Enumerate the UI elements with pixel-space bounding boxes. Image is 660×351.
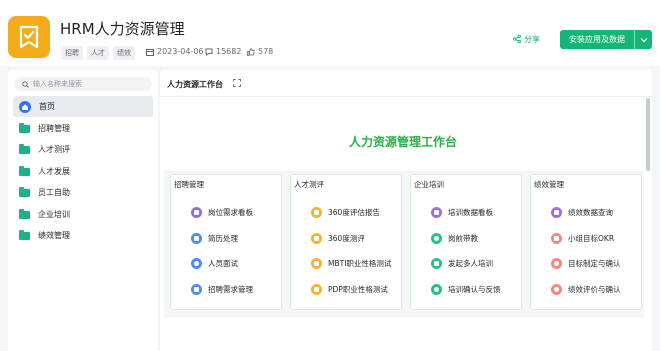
card-link[interactable]: PDP职业性格测试: [311, 282, 388, 296]
card-recruitment: 招聘管理 岗位需求看板 简历处理 人员面试 招聘需求管理: [170, 174, 282, 310]
app-header: HRM人力资源管理 招聘 人才 绩效 2023-04-06 15682 578 …: [0, 0, 660, 66]
mentor-icon: [431, 232, 442, 244]
sidebar-item-label: 企业培训: [38, 210, 70, 219]
install-app-button[interactable]: 安装应用及数据: [560, 30, 652, 49]
card-link[interactable]: 360度评估报告: [311, 205, 380, 219]
card-link[interactable]: 人员面试: [191, 256, 238, 270]
card-title: 人才测评: [294, 180, 324, 189]
group-training-icon: [431, 257, 442, 269]
evaluation-icon: [551, 283, 562, 295]
okr-icon: [551, 232, 562, 244]
folder-icon: [19, 165, 30, 176]
feedback-icon: [431, 283, 442, 295]
pdp-icon: [311, 283, 322, 295]
sidebar-item-label: 人才发展: [38, 167, 70, 176]
card-title: 企业培训: [414, 180, 444, 189]
card-link[interactable]: 培训确认与反馈: [431, 282, 501, 296]
card-link[interactable]: 简历处理: [191, 231, 238, 245]
sidebar-item-home[interactable]: 首页: [13, 96, 153, 117]
card-link[interactable]: 小组目标OKR: [551, 231, 614, 245]
home-icon: [19, 100, 31, 113]
card-link[interactable]: 招聘需求管理: [191, 282, 253, 296]
dashboard-icon: [191, 206, 202, 218]
assessment-icon: [311, 232, 322, 244]
calendar-icon: [146, 48, 154, 56]
tag: 绩效: [113, 46, 135, 60]
card-link[interactable]: 岗位需求看板: [191, 205, 253, 219]
list-icon: [191, 283, 202, 295]
person-icon: [191, 257, 202, 269]
sidebar-item-employee-self-service[interactable]: 员工自助: [13, 182, 153, 203]
card-link[interactable]: 目标制定与确认: [551, 256, 621, 270]
app-logo: [8, 16, 50, 58]
card-link[interactable]: 岗前带教: [431, 231, 478, 245]
scrollbar[interactable]: [646, 98, 650, 171]
divider: [160, 96, 652, 97]
comment-icon: [205, 48, 213, 56]
tag: 人才: [87, 46, 109, 60]
comment-count: 15682: [205, 47, 241, 56]
page-title: 人力资源工作台: [167, 80, 223, 89]
folder-icon: [19, 208, 30, 219]
dashboard-footer-area: [164, 317, 644, 351]
report-icon: [311, 206, 322, 218]
like-count[interactable]: 578: [247, 47, 273, 56]
app-tags: 招聘 人才 绩效: [61, 46, 135, 60]
share-button[interactable]: 分享: [513, 31, 540, 47]
card-link[interactable]: 发起多人培训: [431, 256, 493, 270]
folder-icon: [19, 229, 30, 240]
card-performance: 绩效管理 绩效数据查询 小组目标OKR 目标制定与确认 绩效评价与确认: [530, 174, 642, 310]
sidebar-item-label: 员工自助: [38, 188, 70, 197]
card-title: 绩效管理: [534, 180, 564, 189]
card-talent-assessment: 人才测评 360度评估报告 360度测评 MBTI职业性格测试 PDP职业性格测…: [290, 174, 402, 310]
dashboard-title: 人力资源管理工作台: [348, 135, 457, 149]
card-training: 企业培训 培训数据看板 岗前带教 发起多人培训 培训确认与反馈: [410, 174, 522, 310]
card-title: 招聘管理: [174, 180, 204, 189]
search-data-icon: [551, 206, 562, 218]
card-link[interactable]: 培训数据看板: [431, 205, 493, 219]
app-title: HRM人力资源管理: [60, 20, 185, 38]
mbti-icon: [311, 257, 322, 269]
sidebar-item-talent-development[interactable]: 人才发展: [13, 161, 153, 182]
card-link[interactable]: 绩效数据查询: [551, 205, 613, 219]
sidebar: 首页 招聘管理 人才测评 人才发展 员工自助 企业培训 绩效管理: [8, 70, 158, 351]
folder-icon: [19, 186, 30, 197]
card-link[interactable]: 绩效评价与确认: [551, 282, 621, 296]
target-icon: [551, 257, 562, 269]
publish-date: 2023-04-06: [146, 47, 204, 56]
install-label: 安装应用及数据: [569, 35, 625, 44]
search-input[interactable]: [33, 80, 143, 88]
expand-icon[interactable]: [233, 79, 241, 87]
dashboard-icon: [431, 206, 442, 218]
search-icon: [22, 80, 29, 88]
sidebar-item-performance[interactable]: 绩效管理: [13, 225, 153, 246]
sidebar-item-training[interactable]: 企业培训: [13, 204, 153, 225]
thumbs-up-icon: [247, 47, 255, 56]
search-box[interactable]: [14, 77, 152, 91]
bookmark-check-icon: [19, 25, 39, 49]
folder-icon: [19, 122, 30, 133]
install-dropdown-toggle[interactable]: [635, 37, 652, 43]
tag: 招聘: [61, 46, 83, 60]
document-icon: [191, 232, 202, 244]
sidebar-item-label: 绩效管理: [38, 231, 70, 240]
card-link[interactable]: 360度测评: [311, 231, 365, 245]
sidebar-item-label: 首页: [39, 102, 55, 111]
chevron-down-icon: [640, 37, 647, 42]
card-link[interactable]: MBTI职业性格测试: [311, 256, 391, 270]
share-icon: [513, 35, 521, 43]
